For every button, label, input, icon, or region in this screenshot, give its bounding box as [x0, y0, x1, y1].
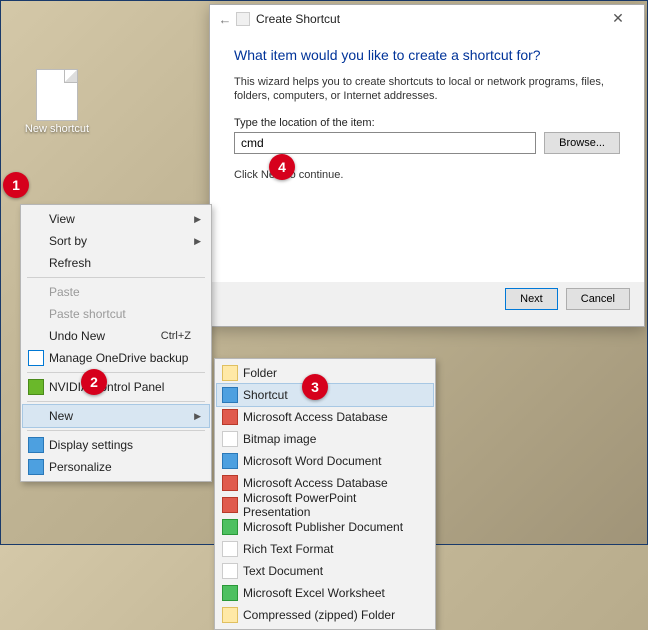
menu-item-icon	[222, 563, 238, 579]
desktop-shortcut-icon[interactable]: New shortcut	[19, 69, 95, 136]
menu-item-label: Refresh	[49, 256, 91, 270]
menu-item-icon	[28, 379, 44, 395]
menu-item-label: Rich Text Format	[243, 542, 333, 556]
separator	[27, 277, 205, 278]
callout-1: 1	[3, 172, 29, 198]
menu-item-manage-onedrive-backup[interactable]: Manage OneDrive backup	[23, 347, 209, 369]
menu-item-label: New	[49, 409, 73, 423]
menu-item-label: Microsoft PowerPoint Presentation	[243, 491, 415, 519]
menu-item-microsoft-word-document[interactable]: Microsoft Word Document	[217, 450, 433, 472]
callout-2: 2	[81, 369, 107, 395]
chevron-right-icon: ▶	[194, 236, 201, 247]
browse-button[interactable]: Browse...	[544, 132, 620, 154]
menu-item-icon	[222, 585, 238, 601]
menu-item-bitmap-image[interactable]: Bitmap image	[217, 428, 433, 450]
next-button[interactable]: Next	[505, 288, 558, 310]
menu-item-display-settings[interactable]: Display settings	[23, 434, 209, 456]
menu-item-label: Personalize	[49, 460, 112, 474]
menu-item-label: Shortcut	[243, 388, 288, 402]
menu-item-icon	[222, 387, 238, 403]
menu-item-label: Microsoft Word Document	[243, 454, 382, 468]
menu-item-label: Display settings	[49, 438, 133, 452]
menu-item-icon	[222, 497, 238, 513]
menu-item-label: Folder	[243, 366, 277, 380]
menu-item-nvidia-control-panel[interactable]: NVIDIA Control Panel	[23, 376, 209, 398]
dialog-title: Create Shortcut	[256, 12, 340, 26]
menu-item-label: Manage OneDrive backup	[49, 351, 188, 365]
separator	[27, 401, 205, 402]
menu-item-paste-shortcut: Paste shortcut	[23, 303, 209, 325]
menu-item-icon	[28, 459, 44, 475]
menu-item-icon	[222, 541, 238, 557]
menu-item-label: Paste shortcut	[49, 307, 126, 321]
menu-item-sort-by[interactable]: Sort by ▶	[23, 230, 209, 252]
back-button[interactable]: ←	[216, 12, 234, 27]
menu-item-label: Bitmap image	[243, 432, 316, 446]
menu-item-label: Paste	[49, 285, 80, 299]
wizard-icon	[236, 12, 250, 26]
menu-item-label: Microsoft Access Database	[243, 476, 388, 490]
file-icon	[36, 69, 78, 121]
callout-4: 4	[269, 154, 295, 180]
menu-item-label: View	[49, 212, 75, 226]
dialog-description: This wizard helps you to create shortcut…	[234, 75, 620, 103]
menu-item-icon	[222, 475, 238, 491]
desktop-context-menu: View ▶ Sort by ▶ Refresh Paste Paste shortcut…	[20, 204, 212, 482]
titlebar: ← Create Shortcut ✕	[210, 5, 644, 33]
location-label: Type the location of the item:	[234, 117, 620, 129]
menu-item-label: Microsoft Access Database	[243, 410, 388, 424]
menu-item-microsoft-access-database[interactable]: Microsoft Access Database	[217, 406, 433, 428]
chevron-right-icon: ▶	[194, 214, 201, 225]
desktop-icon-label: New shortcut	[19, 123, 95, 136]
location-input[interactable]	[234, 132, 536, 154]
menu-item-compressed-zipped-folder[interactable]: Compressed (zipped) Folder	[217, 604, 433, 626]
menu-item-view[interactable]: View ▶	[23, 208, 209, 230]
separator	[27, 372, 205, 373]
menu-item-label: Text Document	[243, 564, 323, 578]
menu-item-rich-text-format[interactable]: Rich Text Format	[217, 538, 433, 560]
new-submenu: Folder Shortcut Microsoft Access Database B…	[214, 358, 436, 630]
menu-item-label: Sort by	[49, 234, 87, 248]
menu-item-icon	[222, 519, 238, 535]
menu-item-icon	[222, 365, 238, 381]
close-button[interactable]: ✕	[598, 5, 638, 33]
separator	[27, 430, 205, 431]
menu-item-icon	[222, 431, 238, 447]
menu-item-paste: Paste	[23, 281, 209, 303]
menu-item-personalize[interactable]: Personalize	[23, 456, 209, 478]
menu-item-undo-new[interactable]: Undo New Ctrl+Z	[23, 325, 209, 347]
dialog-heading: What item would you like to create a sho…	[234, 47, 620, 63]
menu-item-microsoft-publisher-document[interactable]: Microsoft Publisher Document	[217, 516, 433, 538]
menu-item-icon	[28, 350, 44, 366]
menu-item-label: Compressed (zipped) Folder	[243, 608, 395, 622]
menu-item-text-document[interactable]: Text Document	[217, 560, 433, 582]
callout-3: 3	[302, 374, 328, 400]
menu-item-icon	[28, 437, 44, 453]
chevron-right-icon: ▶	[194, 411, 201, 422]
menu-item-label: Undo New	[49, 329, 105, 343]
menu-item-microsoft-excel-worksheet[interactable]: Microsoft Excel Worksheet	[217, 582, 433, 604]
menu-item-label: Microsoft Excel Worksheet	[243, 586, 385, 600]
dialog-footer: Next Cancel	[210, 282, 644, 326]
menu-item-icon	[222, 607, 238, 623]
menu-item-refresh[interactable]: Refresh	[23, 252, 209, 274]
menu-item-icon	[222, 453, 238, 469]
menu-item-new[interactable]: New ▶	[23, 405, 209, 427]
menu-item-microsoft-powerpoint-presentation[interactable]: Microsoft PowerPoint Presentation	[217, 494, 433, 516]
menu-item-shortcut: Ctrl+Z	[161, 330, 191, 342]
menu-item-label: Microsoft Publisher Document	[243, 520, 403, 534]
menu-item-icon	[222, 409, 238, 425]
cancel-button[interactable]: Cancel	[566, 288, 630, 310]
